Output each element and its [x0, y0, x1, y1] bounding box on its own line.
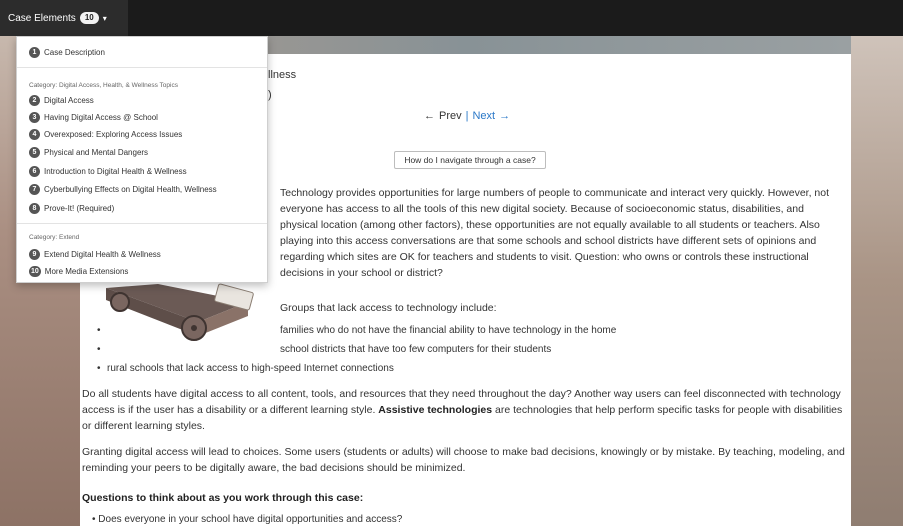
questions-heading: Questions to think about as you work thr… [82, 492, 364, 504]
list-item: families who do not have the financial a… [280, 325, 617, 336]
menu-item-number: 2 [29, 95, 40, 106]
next-link[interactable]: Next [472, 110, 495, 122]
menu-item-label: Overexposed: Exploring Access Issues [44, 130, 183, 139]
case-title-line1: llness [268, 69, 297, 81]
background-photo-right [851, 36, 903, 526]
menu-item-number: 7 [29, 184, 40, 195]
menu-item-prove-it[interactable]: 8 Prove-It! (Required) [29, 203, 114, 214]
menu-category-heading: Category: Extend [29, 234, 80, 241]
case-title-line2: ) [268, 89, 272, 101]
menu-item-label: Prove-It! (Required) [44, 204, 115, 213]
list-item: school districts that have too few compu… [280, 344, 552, 355]
top-navbar: Case Elements 10 ▾ [0, 0, 903, 36]
question-item: • Does everyone in your school have digi… [92, 514, 402, 525]
case-elements-menu: 1 Case Description Category: Digital Acc… [16, 36, 268, 283]
pagination-separator: | [465, 110, 469, 122]
menu-item-label: Case Description [44, 48, 105, 57]
access-paragraph: Do all students have digital access to a… [82, 386, 852, 434]
menu-item-number: 10 [29, 266, 41, 277]
arrow-right-icon[interactable]: → [499, 110, 510, 122]
list-bullet: • [92, 514, 96, 525]
menu-item-overexposed[interactable]: 4 Overexposed: Exploring Access Issues [29, 129, 182, 140]
menu-item-number: 9 [29, 249, 40, 260]
cart-illustration [106, 283, 254, 341]
menu-item-label: Digital Access [44, 96, 94, 105]
question-text: Does everyone in your school have digita… [98, 514, 403, 525]
prev-link[interactable]: Prev [439, 110, 462, 122]
menu-divider [17, 223, 267, 224]
list-bullet: • [97, 344, 101, 355]
menu-item-number: 3 [29, 112, 40, 123]
menu-item-number: 8 [29, 203, 40, 214]
list-item: rural schools that lack access to high-s… [107, 363, 394, 374]
menu-item-number: 5 [29, 147, 40, 158]
menu-item-number: 6 [29, 166, 40, 177]
menu-divider [17, 67, 267, 68]
menu-item-label: More Media Extensions [44, 267, 129, 276]
menu-item-cyberbullying[interactable]: 7 Cyberbullying Effects on Digital Healt… [29, 184, 217, 195]
groups-heading: Groups that lack access to technology in… [280, 302, 497, 314]
menu-item-more-media[interactable]: 10 More Media Extensions [29, 266, 128, 277]
case-elements-label: Case Elements [8, 12, 76, 24]
menu-item-digital-access[interactable]: 2 Digital Access [29, 95, 94, 106]
arrow-left-icon: ← [424, 110, 435, 122]
caret-down-icon: ▾ [102, 13, 107, 23]
menu-item-case-description[interactable]: 1 Case Description [29, 47, 105, 58]
case-elements-count-badge: 10 [79, 12, 99, 24]
menu-item-label: Physical and Mental Dangers [44, 148, 149, 157]
menu-item-physical-mental[interactable]: 5 Physical and Mental Dangers [29, 147, 148, 158]
menu-item-label: Introduction to Digital Health & Wellnes… [44, 167, 187, 176]
menu-item-intro-health[interactable]: 6 Introduction to Digital Health & Welln… [29, 166, 187, 177]
assistive-technologies-term: Assistive technologies [378, 404, 493, 416]
case-pagination: ← Prev | Next → [424, 110, 510, 122]
choices-paragraph: Granting digital access will lead to cho… [82, 446, 845, 474]
intro-paragraph: Technology provides opportunities for la… [280, 187, 830, 279]
menu-item-label: Cyberbullying Effects on Digital Health,… [44, 185, 217, 194]
list-bullet: • [97, 363, 101, 374]
menu-item-number: 4 [29, 129, 40, 140]
menu-item-extend-health[interactable]: 9 Extend Digital Health & Wellness [29, 249, 161, 260]
menu-category-heading: Category: Digital Access, Health, & Well… [29, 82, 178, 89]
menu-item-label: Extend Digital Health & Wellness [44, 250, 161, 259]
how-to-navigate-button[interactable]: How do I navigate through a case? [394, 151, 546, 169]
case-elements-toggle[interactable]: Case Elements 10 ▾ [0, 0, 128, 36]
menu-item-number: 1 [29, 47, 40, 58]
list-bullet: • [97, 325, 101, 336]
menu-item-label: Having Digital Access @ School [44, 113, 158, 122]
menu-item-access-at-school[interactable]: 3 Having Digital Access @ School [29, 112, 158, 123]
